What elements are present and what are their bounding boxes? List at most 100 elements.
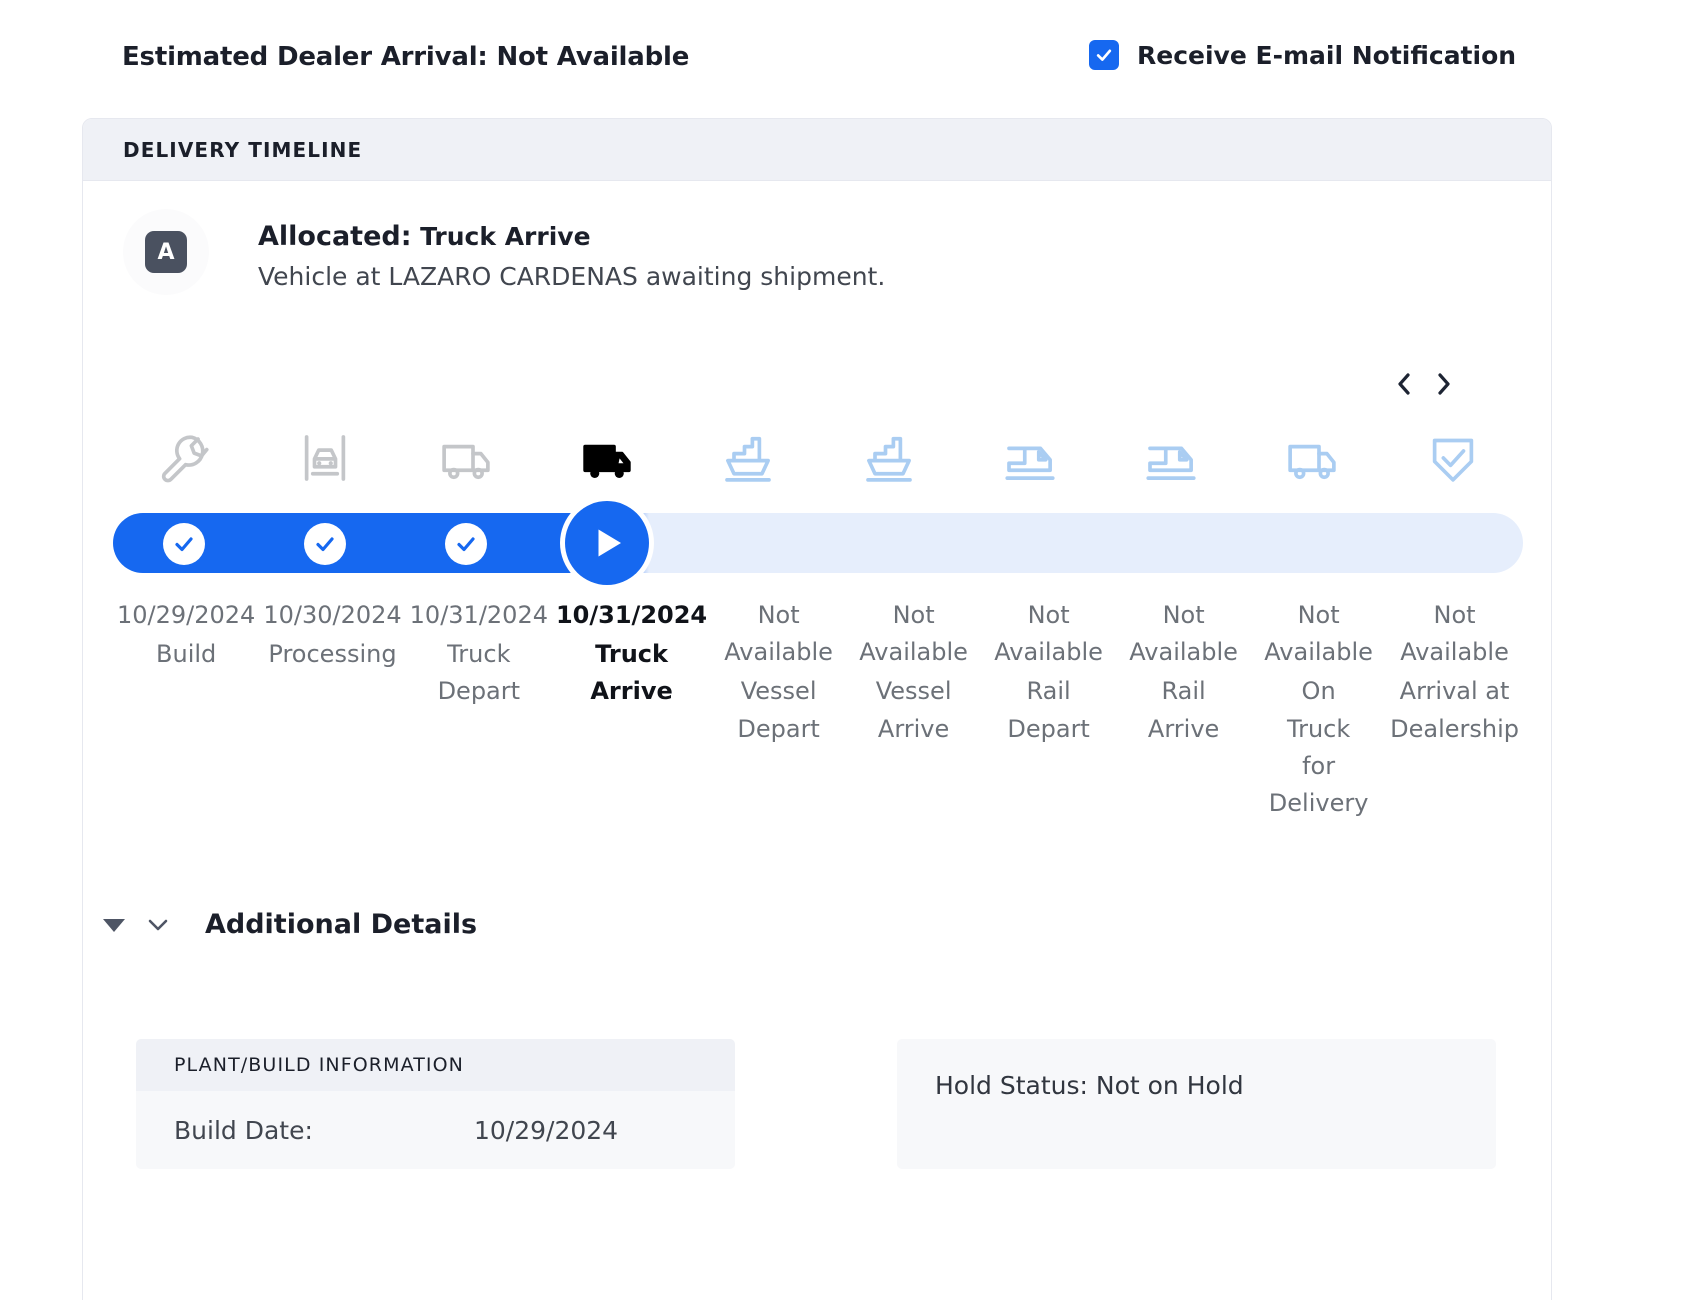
timeline-marker-5: [677, 499, 818, 587]
page-top-row: Estimated Dealer Arrival: Not Available …: [0, 0, 1687, 108]
timeline-step-icon-10[interactable]: [1382, 430, 1523, 486]
timeline-step-icon-6[interactable]: [818, 430, 959, 486]
play-icon: [598, 529, 621, 557]
checkmark-icon: [174, 537, 193, 552]
triangle-down-icon[interactable]: [101, 912, 127, 938]
receive-email-notification-label: Receive E-mail Notification: [1137, 40, 1517, 70]
timeline-marker-10: [1382, 499, 1523, 587]
timeline-next-button[interactable]: [1433, 371, 1455, 397]
timeline-step-date: Not Available: [994, 601, 1103, 667]
timeline-step-date: 10/30/2024: [263, 601, 402, 629]
timeline-step-name: Vessel Arrive: [875, 677, 952, 743]
step-complete-marker[interactable]: [162, 523, 205, 565]
status-title: Allocated: Truck Arrive: [258, 221, 885, 252]
step-complete-marker[interactable]: [303, 523, 346, 565]
timeline-step-date: 10/31/2024: [555, 601, 708, 629]
ship-icon: [865, 436, 912, 482]
timeline-step-name: Truck Arrive: [590, 640, 673, 706]
train-icon: [1004, 446, 1055, 480]
checkmark-icon: [456, 537, 475, 552]
avatar: A: [145, 231, 187, 273]
build-date-value: 10/29/2024: [474, 1115, 619, 1145]
timeline-marker-9: [1241, 499, 1382, 587]
timeline-marker-7: [959, 499, 1100, 587]
timeline-step-name: Rail Arrive: [1147, 677, 1220, 743]
timeline-step-name: Build: [156, 640, 217, 669]
wrench-icon: [161, 435, 209, 483]
plant-build-panel-header: PLANT/BUILD INFORMATION: [136, 1039, 735, 1091]
hold-status-text: Hold Status: Not on Hold: [935, 1071, 1244, 1100]
truck-outline-icon: [1287, 444, 1336, 480]
timeline-step-icon-8[interactable]: [1100, 430, 1241, 486]
timeline-step-date: 10/31/2024: [409, 601, 548, 629]
timeline-step-icon-2[interactable]: [254, 430, 395, 486]
timeline-step-date: Not Available: [724, 601, 833, 667]
timeline-step-icon-7[interactable]: [959, 430, 1100, 486]
timeline-label-2: 10/30/2024 Processing: [259, 597, 405, 822]
status-description: Vehicle at LAZARO CARDENAS awaiting ship…: [258, 262, 886, 291]
timeline-step-name: Truck Depart: [437, 640, 521, 706]
status-text-block: Allocated: Truck Arrive Vehicle at LAZAR…: [258, 209, 885, 291]
timeline-step-date: 10/29/2024: [117, 601, 256, 629]
additional-details-title: Additional Details: [205, 909, 478, 940]
estimated-dealer-arrival-text: Estimated Dealer Arrival: Not Available: [122, 42, 690, 72]
timeline-label-3: 10/31/2024 Truck Depart: [406, 597, 552, 822]
plant-build-information-panel: PLANT/BUILD INFORMATION Build Date: 10/2…: [136, 1039, 735, 1169]
checkmark-icon: [315, 537, 334, 552]
plant-build-panel-title: PLANT/BUILD INFORMATION: [174, 1054, 464, 1076]
timeline-marker-2[interactable]: [254, 499, 395, 587]
timeline-step-name: Arrival at Dealership: [1390, 677, 1519, 743]
avatar-letter: A: [157, 239, 175, 265]
timeline-label-6: Not Available Vessel Arrive: [846, 597, 981, 822]
ship-icon: [724, 436, 771, 482]
receive-email-notification-checkbox[interactable]: [1089, 40, 1119, 70]
timeline-icon-row: [113, 419, 1523, 497]
truck-outline-icon: [441, 444, 490, 480]
plant-build-panel-body: Build Date: 10/29/2024: [136, 1091, 735, 1169]
checkmark-icon: [1096, 49, 1112, 61]
build-date-label: Build Date:: [174, 1115, 313, 1145]
chevron-left-icon: [1398, 373, 1410, 395]
delivery-timeline-header: DELIVERY TIMELINE: [83, 119, 1551, 181]
timeline-markers: [113, 499, 1523, 587]
truck-solid-icon: [582, 444, 631, 478]
step-current-marker[interactable]: [564, 501, 649, 585]
timeline-step-icon-5[interactable]: [677, 430, 818, 486]
timeline-nav: [1393, 371, 1455, 397]
chevron-down-glyph: [148, 919, 168, 930]
delivery-timeline-card: DELIVERY TIMELINE A Allocated: Truck Arr…: [82, 118, 1552, 1300]
timeline-step-name: Vessel Depart: [737, 677, 820, 743]
receive-email-notification-control[interactable]: Receive E-mail Notification: [1089, 40, 1516, 70]
timeline-step-date: Not Available: [1264, 601, 1373, 667]
delivery-timeline: 10/29/2024 Build 10/30/2024 Processing 10/31…: [113, 419, 1523, 822]
timeline-step-name: On Truck for Delivery: [1268, 677, 1369, 817]
chevron-down-icon[interactable]: [147, 914, 169, 936]
timeline-progress-bar: [113, 499, 1523, 587]
timeline-marker-3[interactable]: [395, 499, 536, 587]
timeline-prev-button[interactable]: [1393, 371, 1415, 397]
timeline-marker-8: [1100, 499, 1241, 587]
timeline-marker-1[interactable]: [113, 499, 254, 587]
timeline-label-7: Not Available Rail Depart: [981, 597, 1116, 822]
timeline-label-5: Not Available Vessel Depart: [711, 597, 846, 822]
timeline-marker-4[interactable]: [536, 499, 677, 587]
timeline-label-1: 10/29/2024 Build: [113, 597, 259, 822]
chevron-right-icon: [1438, 373, 1450, 395]
additional-details-toggle[interactable]: Additional Details: [101, 909, 477, 940]
status-title-value: Truck Arrive: [420, 222, 591, 251]
build-date-row: Build Date: 10/29/2024: [174, 1116, 697, 1145]
current-status-block: A Allocated: Truck Arrive Vehicle at LAZ…: [123, 209, 885, 295]
timeline-label-9: Not Available On Truck for Delivery: [1251, 597, 1386, 822]
timeline-step-date: Not Available: [1129, 601, 1238, 667]
timeline-step-icon-1[interactable]: [113, 430, 254, 486]
timeline-step-icon-4[interactable]: [536, 430, 677, 486]
status-avatar-ring: A: [123, 209, 209, 295]
timeline-step-icon-9[interactable]: [1241, 430, 1382, 486]
timeline-step-icon-3[interactable]: [395, 430, 536, 486]
train-icon: [1145, 446, 1196, 480]
timeline-marker-6: [818, 499, 959, 587]
step-complete-marker[interactable]: [444, 523, 487, 565]
triangle-down-glyph: [103, 918, 125, 932]
hold-status-panel: Hold Status: Not on Hold: [897, 1039, 1496, 1169]
delivery-tracking-page: Estimated Dealer Arrival: Not Available …: [0, 0, 1687, 1300]
